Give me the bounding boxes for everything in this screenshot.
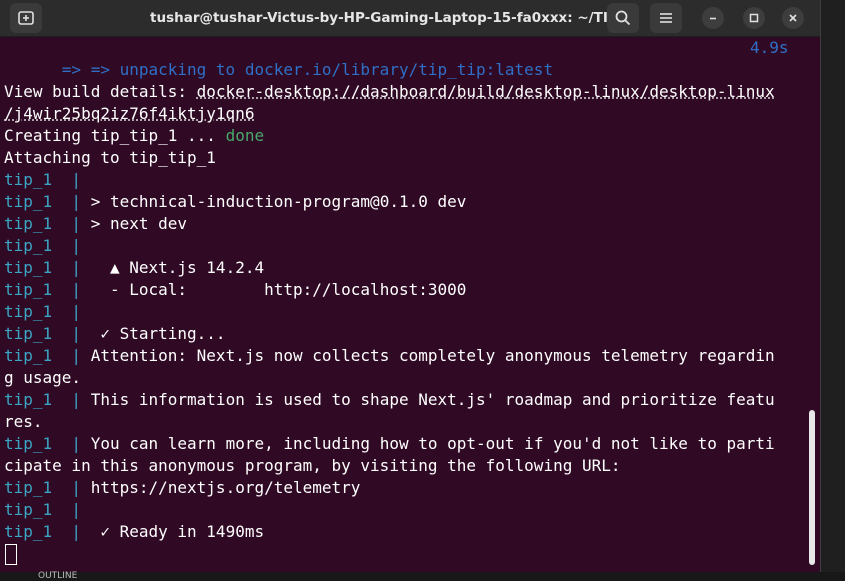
log-line: tip_1 | You can learn more, including ho… — [0, 433, 816, 455]
prompt-line[interactable] — [0, 543, 816, 565]
log-text: ✓ Starting... — [90, 324, 226, 343]
build-time: 4.9s — [750, 38, 789, 57]
minimize-icon — [710, 17, 716, 20]
log-line: tip_1 | — [0, 235, 816, 257]
log-prefix: tip_1 | — [4, 258, 91, 277]
terminal-cursor — [5, 544, 17, 565]
log-text: ▲ Next.js 14.2.4 — [90, 258, 265, 277]
log-text: Attention: Next.js now collects complete… — [90, 346, 775, 365]
close-button[interactable] — [782, 7, 804, 29]
log-line: tip_1 | > technical-induction-program@0.… — [0, 191, 816, 213]
outline-panel-label: OUTLINE — [38, 571, 78, 581]
done-status: done — [225, 126, 265, 145]
minimize-button[interactable] — [702, 7, 724, 29]
log-line: tip_1 | ▲ Next.js 14.2.4 — [0, 257, 816, 279]
build-details-link[interactable]: docker-desktop://dashboard/build/desktop… — [197, 82, 775, 101]
terminal-output[interactable]: => => unpacking to docker.io/library/tip… — [0, 37, 816, 575]
log-prefix: tip_1 | — [4, 324, 91, 343]
log-prefix: tip_1 | — [4, 390, 91, 409]
build-line: => => unpacking to docker.io/library/tip… — [0, 37, 816, 79]
log-line: tip_1 | — [0, 169, 816, 191]
log-prefix: tip_1 | — [4, 434, 91, 453]
log-text: ✓ Ready in 1490ms — [90, 522, 265, 541]
build-line-text: => => unpacking to docker.io/library/tip… — [61, 60, 554, 79]
log-text: This information is used to shape Next.j… — [90, 390, 775, 409]
menu-button[interactable] — [650, 3, 682, 33]
log-line-wrap: g usage. — [4, 368, 82, 387]
new-tab-icon — [18, 11, 34, 25]
view-build-line: View build details: docker-desktop://das… — [0, 81, 816, 103]
maximize-icon — [749, 13, 759, 23]
window-title: tushar@tushar-Victus-by-HP-Gaming-Laptop… — [150, 10, 618, 26]
log-prefix: tip_1 | — [4, 280, 91, 299]
log-text: > technical-induction-program@0.1.0 dev — [90, 192, 467, 211]
background-panel-strip — [0, 572, 845, 581]
close-icon — [789, 14, 797, 22]
log-prefix: tip_1 | — [4, 478, 91, 497]
log-line: tip_1 | ✓ Starting... — [0, 323, 816, 345]
container-log: tip_1 | tip_1 | > technical-induction-pr… — [0, 169, 816, 543]
search-button[interactable] — [607, 3, 639, 33]
view-build-line-wrap: /j4wir25bq2iz76f4iktjy1qn6 — [0, 103, 816, 125]
background-editor-strip — [820, 0, 845, 581]
new-tab-button[interactable] — [10, 3, 42, 33]
log-line: tip_1 | — [0, 301, 816, 323]
attaching-line: Attaching to tip_tip_1 — [4, 148, 216, 167]
log-line: tip_1 | > next dev — [0, 213, 816, 235]
log-prefix: tip_1 | — [4, 236, 91, 255]
log-text: - Local: http://localhost:3000 — [90, 280, 467, 299]
log-line: tip_1 | — [0, 499, 816, 521]
log-prefix: tip_1 | — [4, 500, 91, 519]
log-prefix: tip_1 | — [4, 214, 91, 233]
creating-line: Creating tip_tip_1 ... done — [0, 125, 816, 147]
log-prefix: tip_1 | — [4, 346, 91, 365]
maximize-button[interactable] — [743, 7, 765, 29]
log-text: You can learn more, including how to opt… — [90, 434, 775, 453]
title-bar: tushar@tushar-Victus-by-HP-Gaming-Laptop… — [0, 0, 820, 37]
log-line: tip_1 | Attention: Next.js now collects … — [0, 345, 816, 367]
log-line-wrap: res. — [4, 412, 43, 431]
log-line: tip_1 | ✓ Ready in 1490ms — [0, 521, 816, 543]
search-icon — [615, 10, 631, 26]
log-line: tip_1 | https://nextjs.org/telemetry — [0, 477, 816, 499]
log-text: > next dev — [90, 214, 188, 233]
log-line-wrap: cipate in this anonymous program, by vis… — [4, 456, 621, 475]
log-line: tip_1 | This information is used to shap… — [0, 389, 816, 411]
hamburger-menu-icon — [660, 13, 672, 23]
log-text: https://nextjs.org/telemetry — [90, 478, 361, 497]
creating-text: Creating tip_tip_1 ... — [4, 126, 226, 145]
log-prefix: tip_1 | — [4, 170, 91, 189]
log-line: tip_1 | - Local: http://localhost:3000 — [0, 279, 816, 301]
scrollbar-thumb[interactable] — [809, 410, 815, 565]
log-prefix: tip_1 | — [4, 192, 91, 211]
log-prefix: tip_1 | — [4, 522, 91, 541]
log-prefix: tip_1 | — [4, 302, 91, 321]
terminal-window: tushar@tushar-Victus-by-HP-Gaming-Laptop… — [0, 0, 820, 581]
